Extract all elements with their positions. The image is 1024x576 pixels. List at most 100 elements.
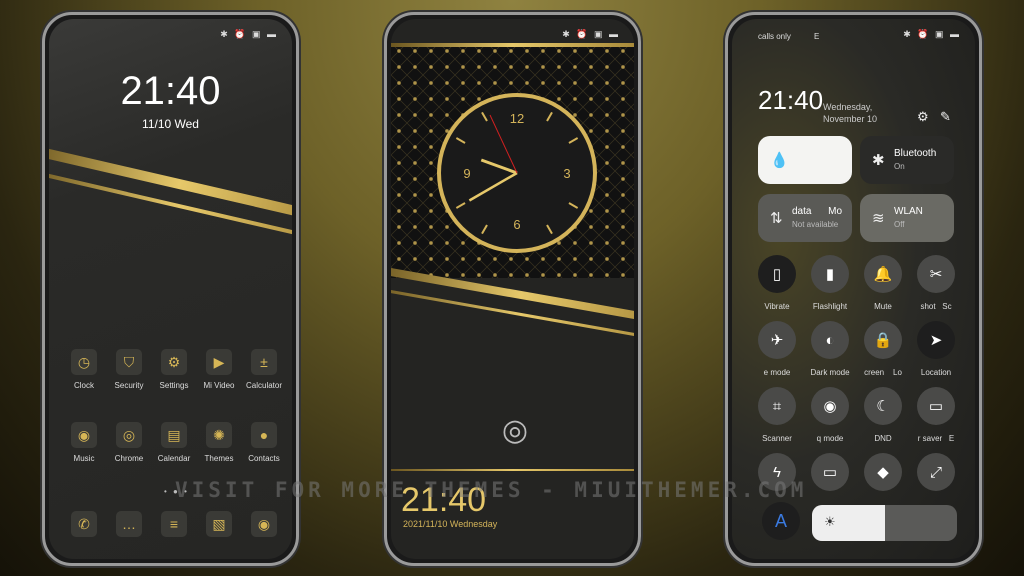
gallery-icon: ▧ — [206, 511, 232, 537]
toggle-dark[interactable]: ◐ Dark mode — [805, 321, 855, 377]
app-themes[interactable]: ✺ Themes — [194, 422, 244, 463]
app-icon: ± — [251, 349, 277, 375]
analog-clock: 12 3 6 9 — [437, 93, 597, 253]
app-label: Themes — [204, 454, 234, 463]
tile-wlan[interactable]: ≋ WLAN Off — [860, 194, 954, 242]
app-icon: ◎ — [116, 422, 142, 448]
toggle-mute[interactable]: 🔔 Mute — [858, 255, 908, 311]
home-clock: 21:40 — [120, 69, 221, 113]
app-settings[interactable]: ⚙ Settings — [149, 349, 199, 390]
toggle-icon: 🔒 — [864, 321, 902, 359]
dock-gallery[interactable]: ▧ — [194, 511, 244, 543]
toggle-icon: ➤ — [917, 321, 955, 359]
app-icon: ▶ — [206, 349, 232, 375]
toggle-icon: ▯ — [758, 255, 796, 293]
toggle-flashlight[interactable]: ▮ Flashlight — [805, 255, 855, 311]
toggle-icon: ◉ — [811, 387, 849, 425]
toggle-label: Flashlight — [812, 302, 848, 311]
app-calendar[interactable]: ▤ Calendar — [149, 422, 199, 463]
toggle-r[interactable]: ▭ r saver E — [911, 387, 961, 443]
toggle-tile[interactable]: ▭ — [805, 453, 855, 500]
cc-monthday: November 10 — [823, 114, 878, 124]
dock-messages[interactable]: … — [104, 511, 154, 543]
toggle-scanner[interactable]: ⌗ Scanner — [752, 387, 802, 443]
app-label: Mi Video — [203, 381, 235, 390]
app-calculator[interactable]: ± Calculator — [239, 349, 289, 390]
toggle-icon: ⌗ — [758, 387, 796, 425]
tile-bluetooth[interactable]: ✱ Bluetooth On — [860, 136, 954, 184]
app-music[interactable]: ◉ Music — [59, 422, 109, 463]
status-bar-icons: ✱ ⏰ ▣ ▬ — [562, 29, 620, 39]
toggle-location[interactable]: ➤ Location — [911, 321, 961, 377]
toggle-label: r saver E — [917, 434, 955, 443]
phone-icon: ✆ — [71, 511, 97, 537]
auto-brightness-button[interactable]: A — [762, 502, 800, 540]
toggle-shot[interactable]: ✂ shot Sc — [911, 255, 961, 311]
gold-border — [391, 43, 634, 47]
app-label: Clock — [73, 381, 94, 390]
toggle-icon: ✂ — [917, 255, 955, 293]
app-security[interactable]: ⛉ Security — [104, 349, 154, 390]
toggle-tile[interactable]: ⤢ — [911, 453, 961, 500]
toggle-vibrate[interactable]: ▯ Vibrate — [752, 255, 802, 311]
clock-numeral: 6 — [513, 217, 520, 232]
carrier-label: calls only — [758, 32, 791, 41]
toggle-label: creen Lo — [864, 368, 902, 377]
app-chrome[interactable]: ◎ Chrome — [104, 422, 154, 463]
tile-title: Bluetooth — [894, 148, 937, 159]
tile-water[interactable]: 💧 — [758, 136, 852, 184]
dock-notes[interactable]: ≡ — [149, 511, 199, 543]
toggle-creen[interactable]: 🔒 creen Lo — [858, 321, 908, 377]
tile-icon: ⇅ — [770, 210, 783, 227]
clock-numeral: 12 — [510, 111, 524, 126]
toggle-tile[interactable]: ◆ — [858, 453, 908, 500]
app-label: Calculator — [245, 381, 282, 390]
edit-icon[interactable]: ✎ — [940, 109, 951, 125]
app-clock[interactable]: ◷ Clock — [59, 349, 109, 390]
tile-icon: ≋ — [872, 210, 885, 227]
fingerprint-icon[interactable]: ◎ — [497, 413, 533, 449]
status-bar-icons: ✱ ⏰ ▣ ▬ — [903, 29, 961, 39]
tile-subtitle: Off — [894, 220, 905, 229]
toggle-label: q mode — [816, 434, 844, 443]
toggle-label: Location — [920, 368, 952, 377]
watermark: VISIT FOR MORE THEMES - MIUITHEMER.COM — [175, 478, 808, 502]
toggle-dnd[interactable]: ☾ DND — [858, 387, 908, 443]
toggle-label: DND — [874, 434, 892, 443]
cc-weekday: Wednesday, — [823, 102, 873, 112]
app-icon: ◉ — [71, 422, 97, 448]
notes-icon: ≡ — [161, 511, 187, 537]
tile-data[interactable]: ⇅ data Mo Not available — [758, 194, 852, 242]
app-icon: ⚙ — [161, 349, 187, 375]
toggle-q[interactable]: ◉ q mode — [805, 387, 855, 443]
toggle-icon: ⤢ — [917, 453, 955, 491]
toggle-label: Vibrate — [764, 302, 790, 311]
toggle-icon: 🔔 — [864, 255, 902, 293]
toggle-label: Scanner — [762, 434, 792, 443]
toggle-icon: ▭ — [917, 387, 955, 425]
settings-icon[interactable]: ⚙ — [917, 109, 929, 125]
app-icon: ● — [251, 422, 277, 448]
app-label: Calendar — [157, 454, 191, 463]
gold-divider — [391, 469, 634, 471]
toggle-label: shot Sc — [920, 302, 952, 311]
app-contacts[interactable]: ● Contacts — [239, 422, 289, 463]
toggle-icon: ▭ — [811, 453, 849, 491]
toggle-icon: ☾ — [864, 387, 902, 425]
brightness-icon: ☀ — [824, 514, 836, 529]
cc-date: Wednesday, November 10 — [823, 101, 877, 125]
dock-phone[interactable]: ✆ — [59, 511, 109, 543]
app-label: Settings — [159, 381, 189, 390]
tile-title: WLAN — [894, 206, 923, 217]
dock-camera[interactable]: ◉ — [239, 511, 289, 543]
toggle-e[interactable]: ✈ e mode — [752, 321, 802, 377]
lock-date: 2021/11/10 Wednesday — [403, 519, 498, 529]
toggle-icon: ✈ — [758, 321, 796, 359]
tile-title: data Mo — [792, 206, 843, 217]
home-date: 11/10 Wed — [142, 117, 199, 131]
tile-icon: 💧 — [770, 152, 789, 169]
camera-icon: ◉ — [251, 511, 277, 537]
tile-subtitle: Not available — [792, 220, 839, 229]
brightness-slider[interactable]: ☀ — [812, 505, 957, 541]
app-mi-video[interactable]: ▶ Mi Video — [194, 349, 244, 390]
